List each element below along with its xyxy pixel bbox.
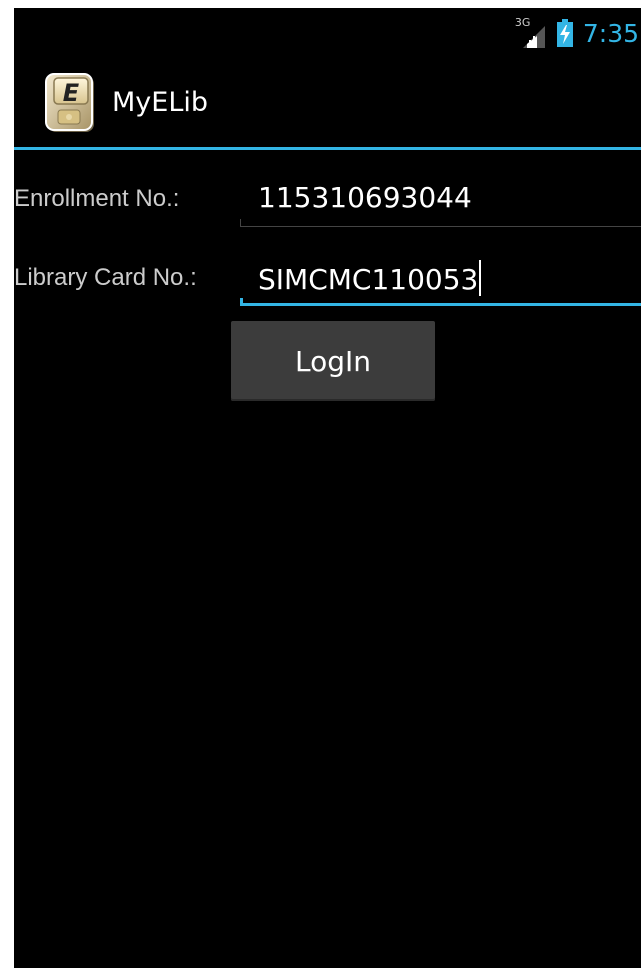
signal-icon: 3G	[515, 16, 545, 48]
library-card-label: Library Card No.:	[14, 264, 197, 291]
enrollment-underline-tick	[240, 219, 241, 227]
app-screen: 3G 7:35 E MyELib Enrollment No.: 1153106…	[14, 8, 641, 968]
elib-book-icon[interactable]: E	[42, 72, 102, 134]
status-bar: 3G 7:35	[14, 8, 641, 58]
text-cursor	[479, 260, 482, 296]
enrollment-value: 115310693044	[258, 181, 472, 214]
enrollment-field[interactable]: 115310693044	[240, 175, 641, 227]
library-card-underline	[240, 303, 641, 306]
library-card-field[interactable]: SIMCMC110053	[240, 254, 641, 306]
app-title: MyELib	[112, 87, 209, 118]
action-bar: E MyELib	[14, 58, 641, 147]
status-icons: 3G 7:35	[515, 16, 639, 50]
battery-charging-icon	[556, 19, 573, 47]
library-card-value: SIMCMC110053	[258, 263, 479, 296]
enrollment-underline	[240, 226, 641, 227]
login-button[interactable]: LogIn	[231, 321, 435, 401]
enrollment-label: Enrollment No.:	[14, 185, 180, 212]
action-bar-divider	[14, 147, 641, 150]
svg-text:E: E	[63, 79, 80, 107]
library-card-underline-tick	[240, 298, 243, 306]
library-card-text: SIMCMC110053	[258, 260, 482, 296]
status-clock: 7:35	[582, 18, 639, 48]
